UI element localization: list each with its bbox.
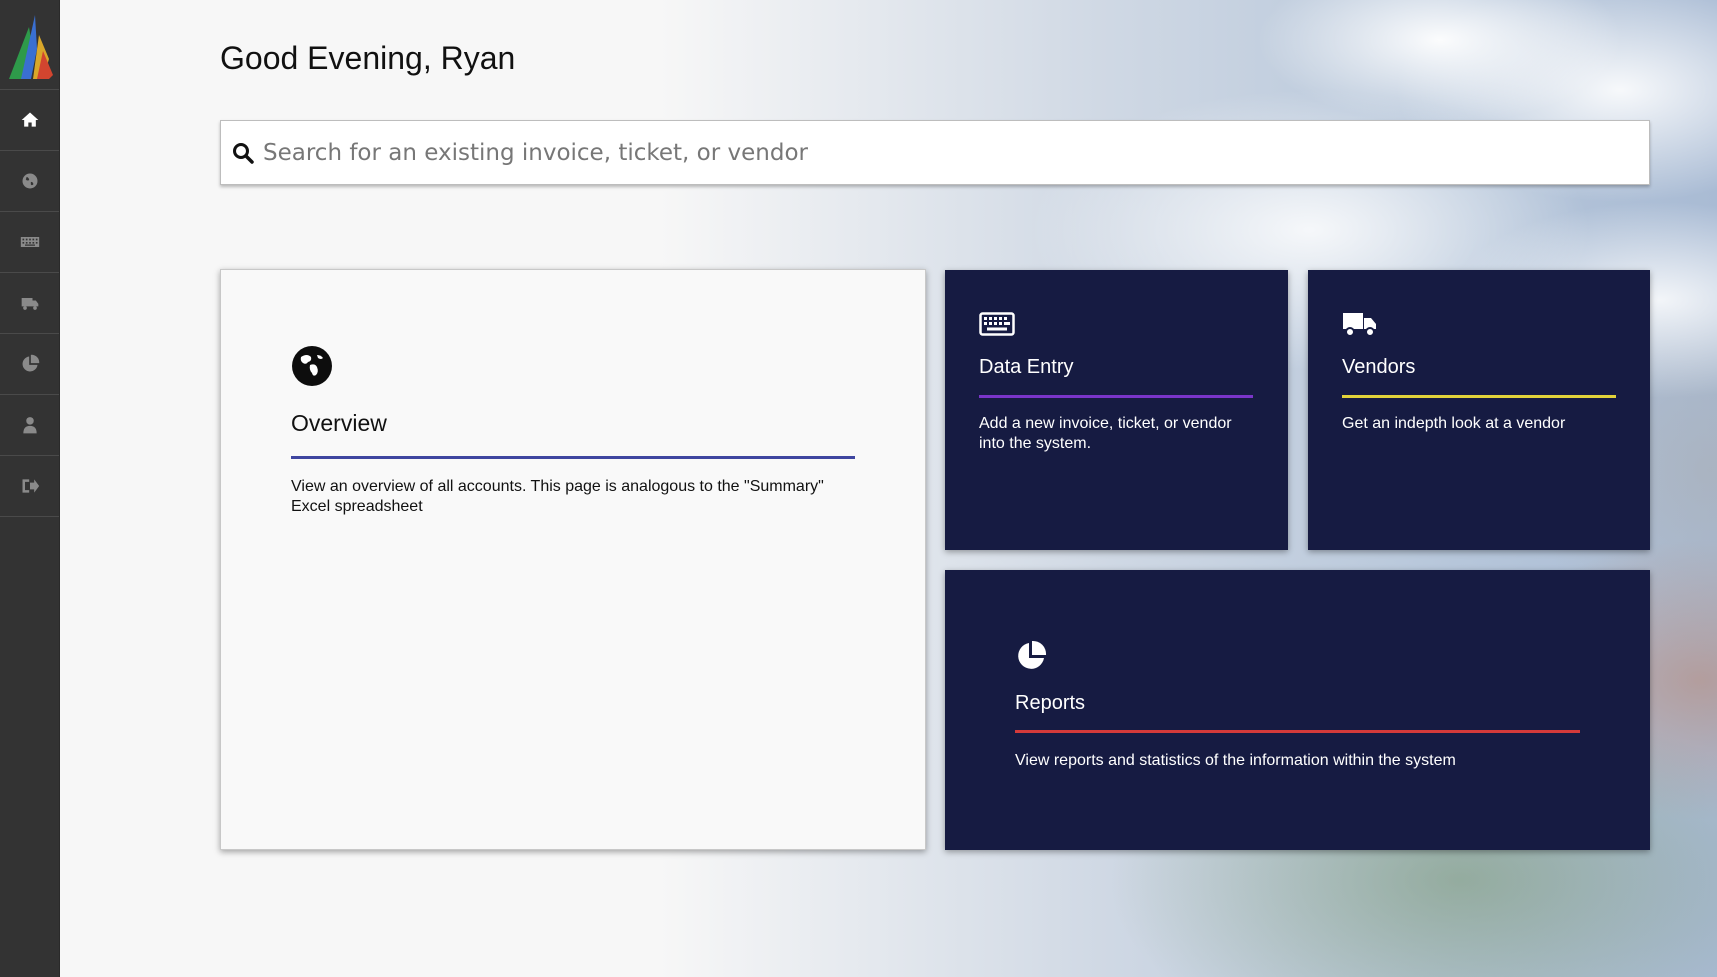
truck-icon: [1343, 313, 1376, 337]
card-description: View an overview of all accounts. This p…: [291, 478, 824, 515]
home-icon[interactable]: [0, 90, 59, 151]
keyboard-icon: [979, 312, 1015, 336]
user-icon[interactable]: [0, 395, 59, 456]
reports-card[interactable]: Reports View reports and statistics of t…: [945, 570, 1650, 850]
page-greeting: Good Evening, Ryan: [220, 40, 516, 76]
app-logo-icon[interactable]: [0, 0, 59, 90]
card-divider: [1015, 730, 1580, 733]
globe-icon[interactable]: [0, 151, 59, 212]
sign-out-icon[interactable]: [0, 456, 59, 517]
pie-chart-icon[interactable]: [0, 334, 59, 395]
card-divider: [1342, 395, 1616, 398]
data-entry-card[interactable]: Data Entry Add a new invoice, ticket, or…: [945, 270, 1288, 550]
vendors-card[interactable]: Vendors Get an indepth look at a vendor: [1308, 270, 1650, 550]
card-description: Get an indepth look at a vendor: [1342, 415, 1566, 432]
card-title: Vendors: [1342, 356, 1416, 378]
card-divider: [979, 395, 1253, 398]
search-bar[interactable]: [220, 120, 1650, 185]
keyboard-icon[interactable]: [0, 212, 59, 273]
globe-icon: [292, 346, 332, 386]
card-title: Data Entry: [979, 356, 1074, 378]
sidebar: [0, 0, 60, 977]
card-description: Add a new invoice, ticket, or vendor int…: [979, 415, 1232, 452]
overview-card[interactable]: Overview View an overview of all account…: [220, 269, 926, 850]
card-title: Overview: [291, 410, 387, 436]
truck-icon[interactable]: [0, 273, 59, 334]
card-description: View reports and statistics of the infor…: [1015, 752, 1456, 769]
search-input[interactable]: [263, 121, 1649, 184]
search-icon: [233, 142, 254, 164]
card-divider: [291, 456, 855, 459]
pie-chart-icon: [1018, 640, 1047, 669]
card-title: Reports: [1015, 692, 1086, 714]
